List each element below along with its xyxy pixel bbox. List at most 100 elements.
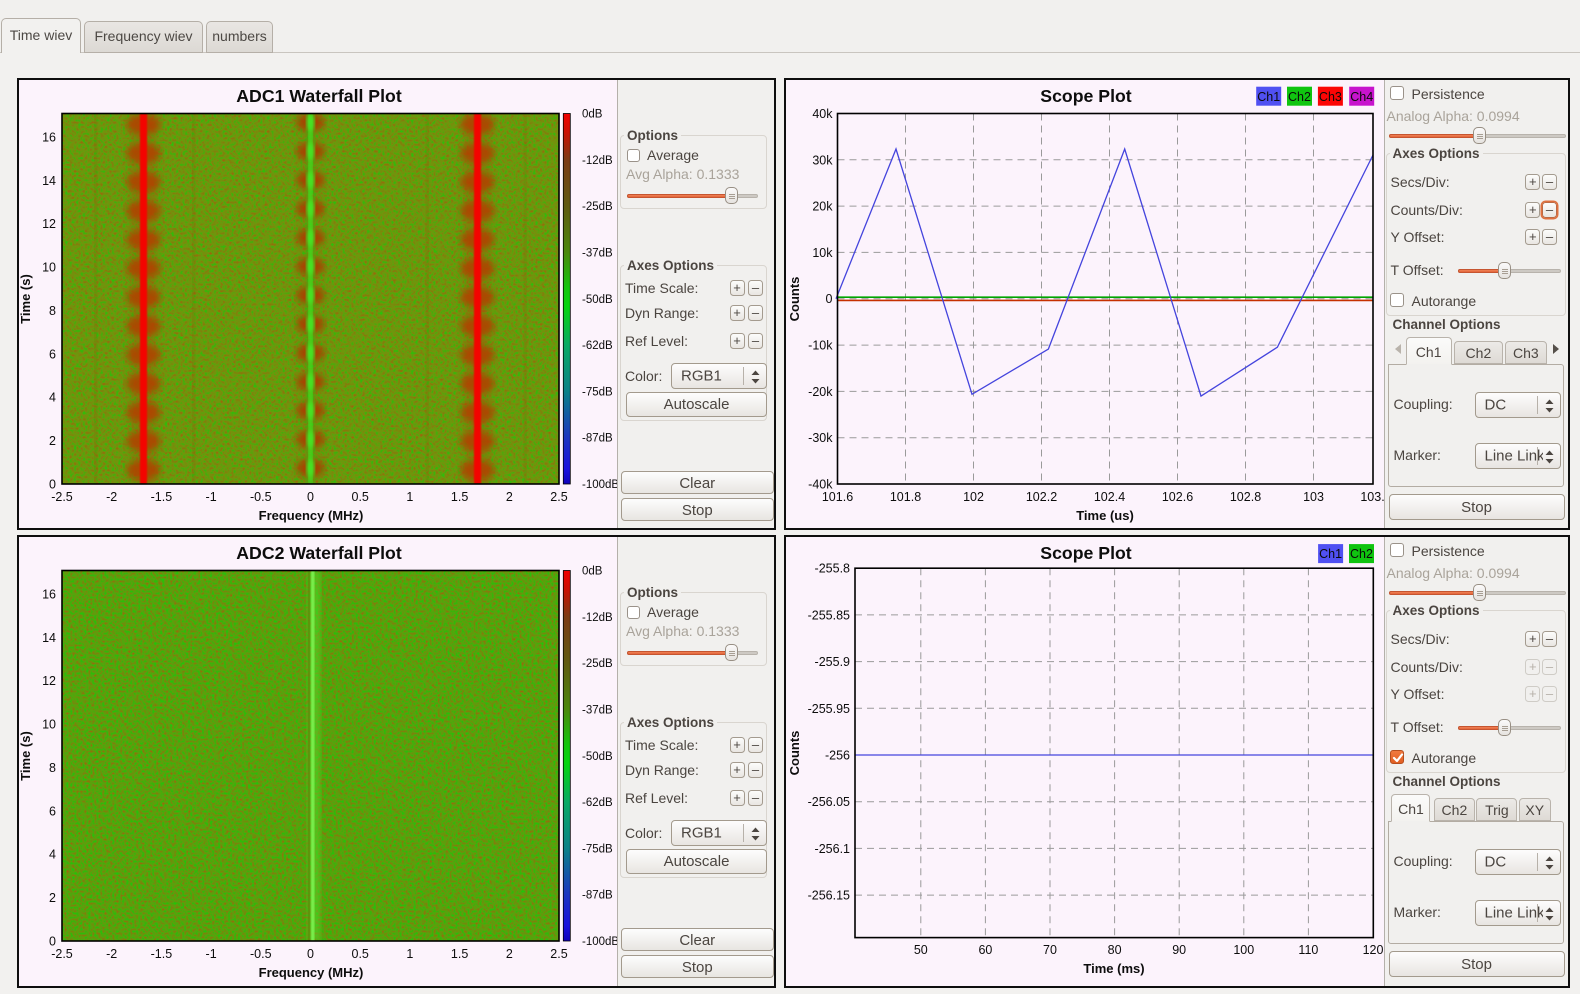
svg-text:-2: -2	[106, 947, 117, 961]
svg-text:4: 4	[49, 391, 56, 405]
svg-text:-256: -256	[825, 749, 850, 763]
svg-text:-87dB: -87dB	[582, 433, 613, 445]
svg-text:-100dB: -100dB	[582, 479, 618, 491]
svg-text:ADC2 Waterfall Plot: ADC2 Waterfall Plot	[236, 543, 402, 563]
svg-text:102.6: 102.6	[1162, 490, 1193, 504]
svg-text:103.2: 103.2	[1360, 490, 1385, 504]
svg-text:0: 0	[307, 947, 314, 961]
svg-text:50: 50	[914, 943, 928, 957]
svg-text:4: 4	[49, 848, 56, 862]
svg-text:60: 60	[978, 943, 992, 957]
svg-text:10: 10	[42, 718, 56, 732]
svg-text:2: 2	[506, 947, 513, 961]
svg-text:-75dB: -75dB	[582, 843, 613, 855]
svg-text:-87dB: -87dB	[582, 890, 613, 902]
svg-text:40k: 40k	[812, 107, 833, 121]
svg-text:Ch3: Ch3	[1319, 90, 1342, 104]
svg-text:-1.5: -1.5	[151, 490, 173, 504]
svg-text:101.8: 101.8	[890, 490, 921, 504]
svg-text:2.5: 2.5	[550, 947, 567, 961]
svg-text:Ch1: Ch1	[1257, 90, 1280, 104]
svg-text:100: 100	[1233, 943, 1254, 957]
svg-text:6: 6	[49, 804, 56, 818]
svg-text:70: 70	[1043, 943, 1057, 957]
svg-text:-256.1: -256.1	[815, 842, 850, 856]
svg-text:-100dB: -100dB	[582, 936, 618, 948]
svg-text:1: 1	[406, 490, 413, 504]
svg-text:-255.9: -255.9	[815, 655, 850, 669]
svg-text:-2.5: -2.5	[51, 490, 73, 504]
svg-text:-75dB: -75dB	[582, 386, 613, 398]
svg-text:Scope Plot: Scope Plot	[1040, 543, 1132, 563]
svg-text:-2: -2	[106, 490, 117, 504]
svg-text:10k: 10k	[812, 246, 833, 260]
svg-text:8: 8	[49, 304, 56, 318]
svg-text:ADC1 Waterfall Plot: ADC1 Waterfall Plot	[236, 86, 402, 106]
svg-text:-25dB: -25dB	[582, 658, 613, 670]
svg-text:110: 110	[1298, 943, 1318, 957]
svg-text:12: 12	[42, 674, 56, 688]
svg-text:-0.5: -0.5	[250, 490, 272, 504]
svg-text:6: 6	[49, 347, 56, 361]
svg-text:-62dB: -62dB	[582, 797, 613, 809]
svg-text:-0.5: -0.5	[250, 947, 272, 961]
svg-text:-50dB: -50dB	[582, 294, 613, 306]
svg-text:10: 10	[42, 261, 56, 275]
svg-text:-256.15: -256.15	[808, 889, 850, 903]
svg-text:-255.85: -255.85	[808, 608, 850, 622]
svg-text:Ch4: Ch4	[1350, 90, 1373, 104]
svg-text:Counts: Counts	[787, 277, 802, 322]
svg-text:Time (us): Time (us)	[1076, 508, 1134, 523]
svg-text:101.6: 101.6	[822, 490, 853, 504]
svg-text:Scope Plot: Scope Plot	[1040, 86, 1132, 106]
svg-text:-20k: -20k	[808, 385, 833, 399]
svg-text:102: 102	[963, 490, 984, 504]
svg-text:Ch2: Ch2	[1350, 547, 1373, 561]
svg-text:102.2: 102.2	[1026, 490, 1057, 504]
svg-text:1.5: 1.5	[451, 947, 468, 961]
svg-text:-12dB: -12dB	[582, 612, 613, 624]
svg-text:Ch1: Ch1	[1319, 547, 1342, 561]
svg-text:14: 14	[42, 631, 56, 645]
svg-text:2: 2	[506, 490, 513, 504]
svg-text:12: 12	[42, 217, 56, 231]
svg-text:-30k: -30k	[808, 431, 833, 445]
svg-text:14: 14	[42, 174, 56, 188]
svg-text:90: 90	[1172, 943, 1186, 957]
svg-text:0.5: 0.5	[352, 490, 369, 504]
svg-text:30k: 30k	[812, 153, 833, 167]
svg-text:1.5: 1.5	[451, 490, 468, 504]
svg-text:120: 120	[1363, 943, 1384, 957]
svg-text:Counts: Counts	[787, 731, 802, 776]
svg-text:-256.05: -256.05	[808, 795, 850, 809]
svg-text:Frequency (MHz): Frequency (MHz)	[259, 965, 364, 980]
svg-text:-25dB: -25dB	[582, 201, 613, 213]
svg-text:-255.8: -255.8	[815, 562, 850, 576]
svg-text:1: 1	[406, 947, 413, 961]
svg-text:-37dB: -37dB	[582, 247, 613, 259]
svg-text:0: 0	[307, 490, 314, 504]
svg-text:-1: -1	[206, 490, 217, 504]
svg-text:0dB: 0dB	[582, 566, 603, 578]
svg-text:2.5: 2.5	[550, 490, 567, 504]
svg-text:Ch2: Ch2	[1288, 90, 1311, 104]
svg-text:102.4: 102.4	[1094, 490, 1125, 504]
svg-text:80: 80	[1108, 943, 1122, 957]
svg-text:16: 16	[42, 588, 56, 602]
svg-text:Frequency (MHz): Frequency (MHz)	[259, 508, 364, 523]
svg-text:0.5: 0.5	[352, 947, 369, 961]
svg-text:0dB: 0dB	[582, 109, 603, 121]
svg-text:-10k: -10k	[808, 339, 833, 353]
svg-text:2: 2	[49, 891, 56, 905]
svg-text:103: 103	[1303, 490, 1324, 504]
svg-text:-37dB: -37dB	[582, 704, 613, 716]
svg-text:102.8: 102.8	[1230, 490, 1261, 504]
svg-text:16: 16	[42, 131, 56, 145]
svg-text:-2.5: -2.5	[51, 947, 73, 961]
svg-text:0: 0	[826, 292, 833, 306]
svg-text:2: 2	[49, 434, 56, 448]
svg-text:Time (s): Time (s)	[19, 731, 33, 781]
svg-text:Time (ms): Time (ms)	[1083, 961, 1144, 976]
svg-text:-1.5: -1.5	[151, 947, 173, 961]
svg-text:-62dB: -62dB	[582, 340, 613, 352]
